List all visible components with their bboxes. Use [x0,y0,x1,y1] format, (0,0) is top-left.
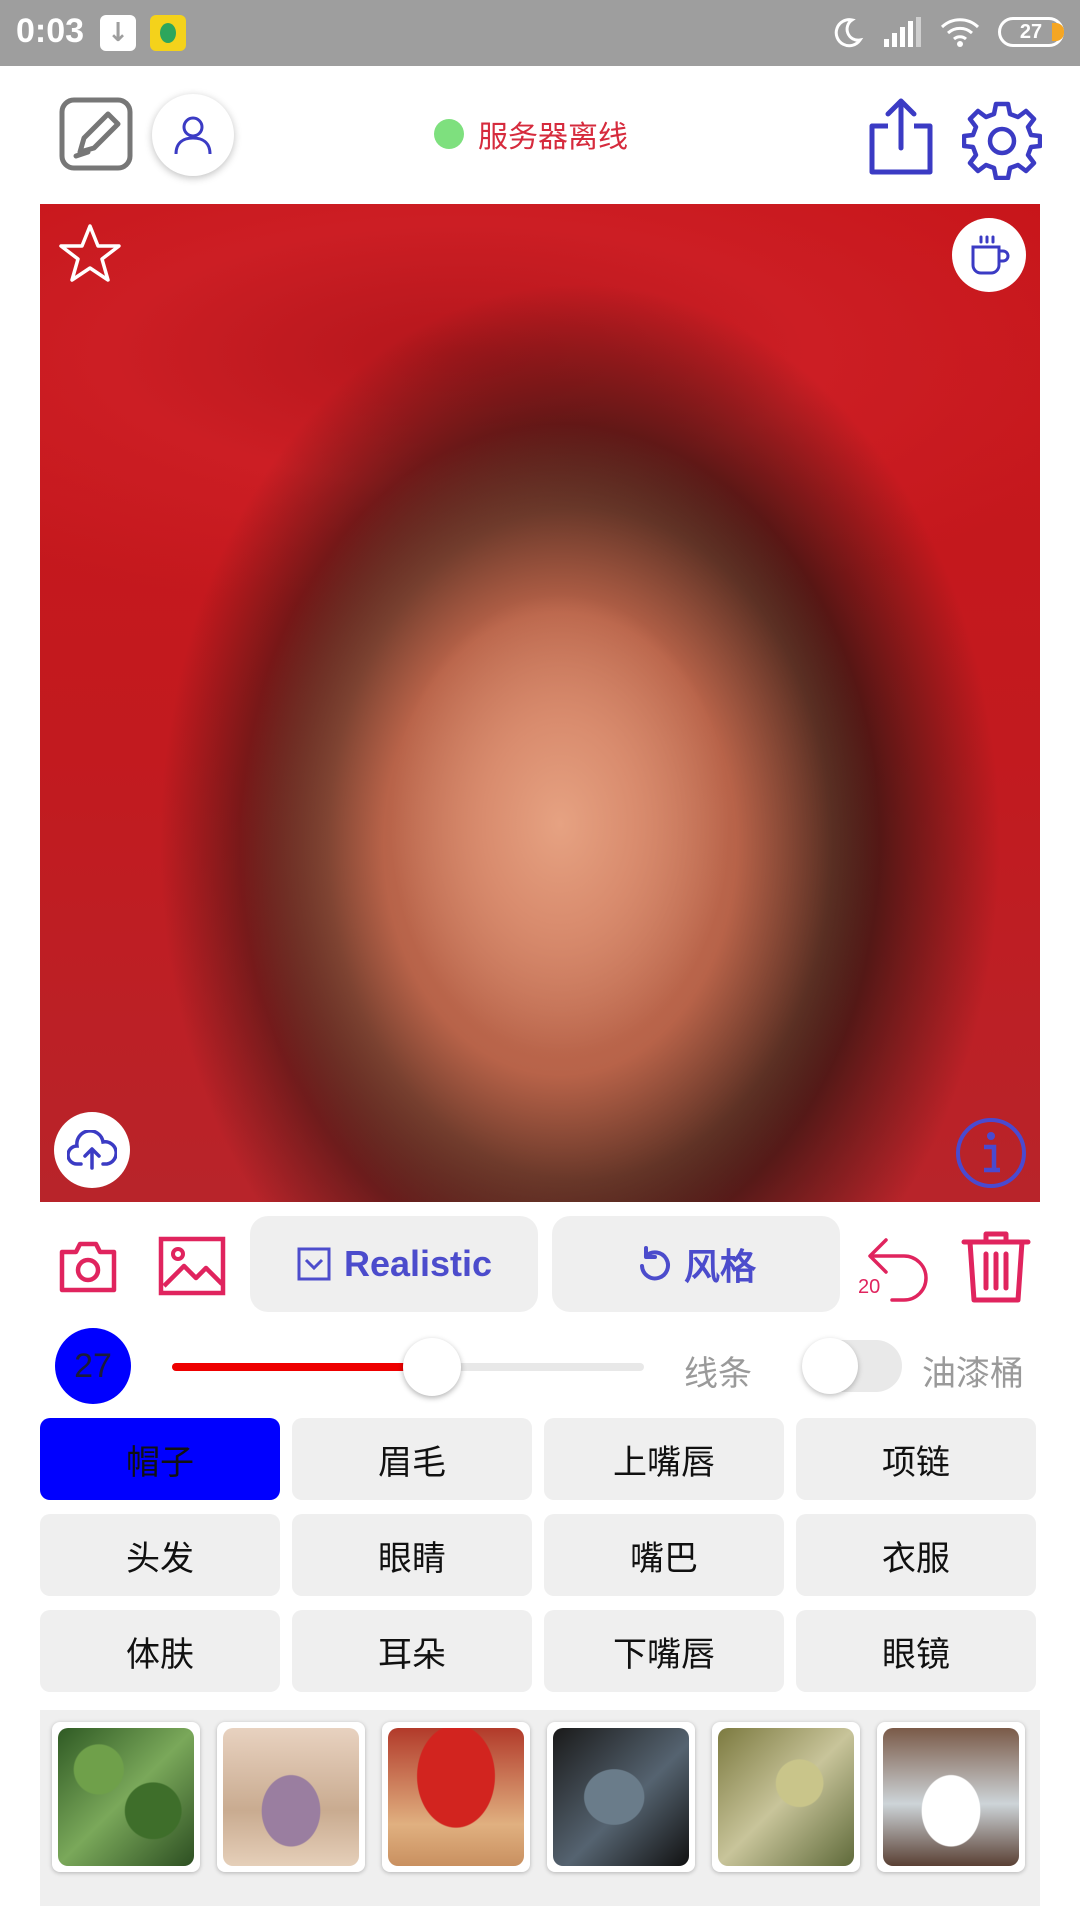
style-thumb-image [388,1728,524,1866]
lines-label: 线条 [684,1354,752,1394]
part-button[interactable]: 上嘴唇 [544,1418,784,1500]
camera-icon[interactable] [58,1238,118,1294]
server-status-text: 服务器离线 [478,120,628,155]
toggle-knob [802,1338,858,1394]
style-thumb-image [883,1728,1019,1866]
music-app-icon [150,15,186,51]
checkbox-icon [297,1247,331,1281]
moon-icon [834,18,864,48]
style-button[interactable]: 风格 [552,1216,840,1312]
share-icon[interactable] [866,96,936,176]
server-status: 服务器离线 [434,114,628,155]
part-button[interactable]: 耳朵 [292,1610,532,1692]
style-thumb-red-tree[interactable] [382,1722,530,1872]
gear-icon[interactable] [962,100,1042,180]
part-button[interactable]: 嘴巴 [544,1514,784,1596]
parts-grid: 帽子 眉毛 上嘴唇 项链头发 眼睛 嘴巴 衣服体肤 耳朵 下嘴唇 眼镜 [40,1418,1038,1692]
battery-icon: 27 [998,17,1064,47]
style-thumbnails [40,1710,1040,1906]
cloud-upload-icon [67,1130,117,1170]
wifi-icon [940,18,980,47]
upload-button[interactable] [54,1112,130,1188]
user-profile-button[interactable] [152,94,234,176]
paint-bucket-toggle[interactable] [802,1338,902,1394]
part-button[interactable]: 头发 [40,1514,280,1596]
style-thumb-misty-water[interactable] [877,1722,1025,1872]
edit-icon[interactable] [58,96,134,172]
status-dot [434,119,464,149]
style-thumb-green-foliage[interactable] [52,1722,200,1872]
part-button[interactable]: 项链 [796,1418,1036,1500]
paint-bucket-label: 油漆桶 [922,1354,1024,1394]
brush-size-badge: 27 [55,1328,131,1404]
style-thumb-image [718,1728,854,1866]
trash-icon[interactable] [960,1228,1032,1304]
realistic-button[interactable]: Realistic [250,1216,538,1312]
part-button[interactable]: 眼镜 [796,1610,1036,1692]
style-thumb-olive-branches[interactable] [712,1722,860,1872]
coffee-button[interactable] [952,218,1026,292]
photo-canvas[interactable] [40,204,1040,1202]
brush-row: 27 线条 油漆桶 [0,1322,1080,1412]
status-time: 0:03 [16,12,85,50]
gallery-icon[interactable] [158,1236,226,1296]
brush-size-slider[interactable] [172,1338,644,1396]
undo-count: 20 [858,1276,881,1298]
part-button[interactable]: 帽子 [40,1418,280,1500]
status-bar: 0:03 ↓ 27 [0,0,1080,66]
download-icon: ↓ [100,15,136,51]
coffee-cup-icon [971,235,1010,275]
style-thumb-image [553,1728,689,1866]
style-label: 风格 [683,1246,756,1287]
refresh-icon [639,1246,670,1281]
style-thumb-image [223,1728,359,1866]
star-icon[interactable] [58,222,122,286]
style-thumb-lilac-bouquet[interactable] [217,1722,365,1872]
realistic-label: Realistic [343,1243,493,1284]
part-button[interactable]: 衣服 [796,1514,1036,1596]
part-button[interactable]: 眼睛 [292,1514,532,1596]
tool-row: Realistic 风格 20 [0,1216,1080,1314]
slider-fill [172,1363,432,1371]
part-button[interactable]: 下嘴唇 [544,1610,784,1692]
style-thumb-dark-smoke[interactable] [547,1722,695,1872]
user-icon [174,116,212,155]
part-button[interactable]: 眉毛 [292,1418,532,1500]
top-bar: 服务器离线 [0,66,1080,204]
part-button[interactable]: 体肤 [40,1610,280,1692]
info-icon[interactable] [954,1116,1028,1190]
style-thumb-image [58,1728,194,1866]
slider-thumb[interactable] [402,1338,461,1396]
signal-icon [884,17,921,47]
